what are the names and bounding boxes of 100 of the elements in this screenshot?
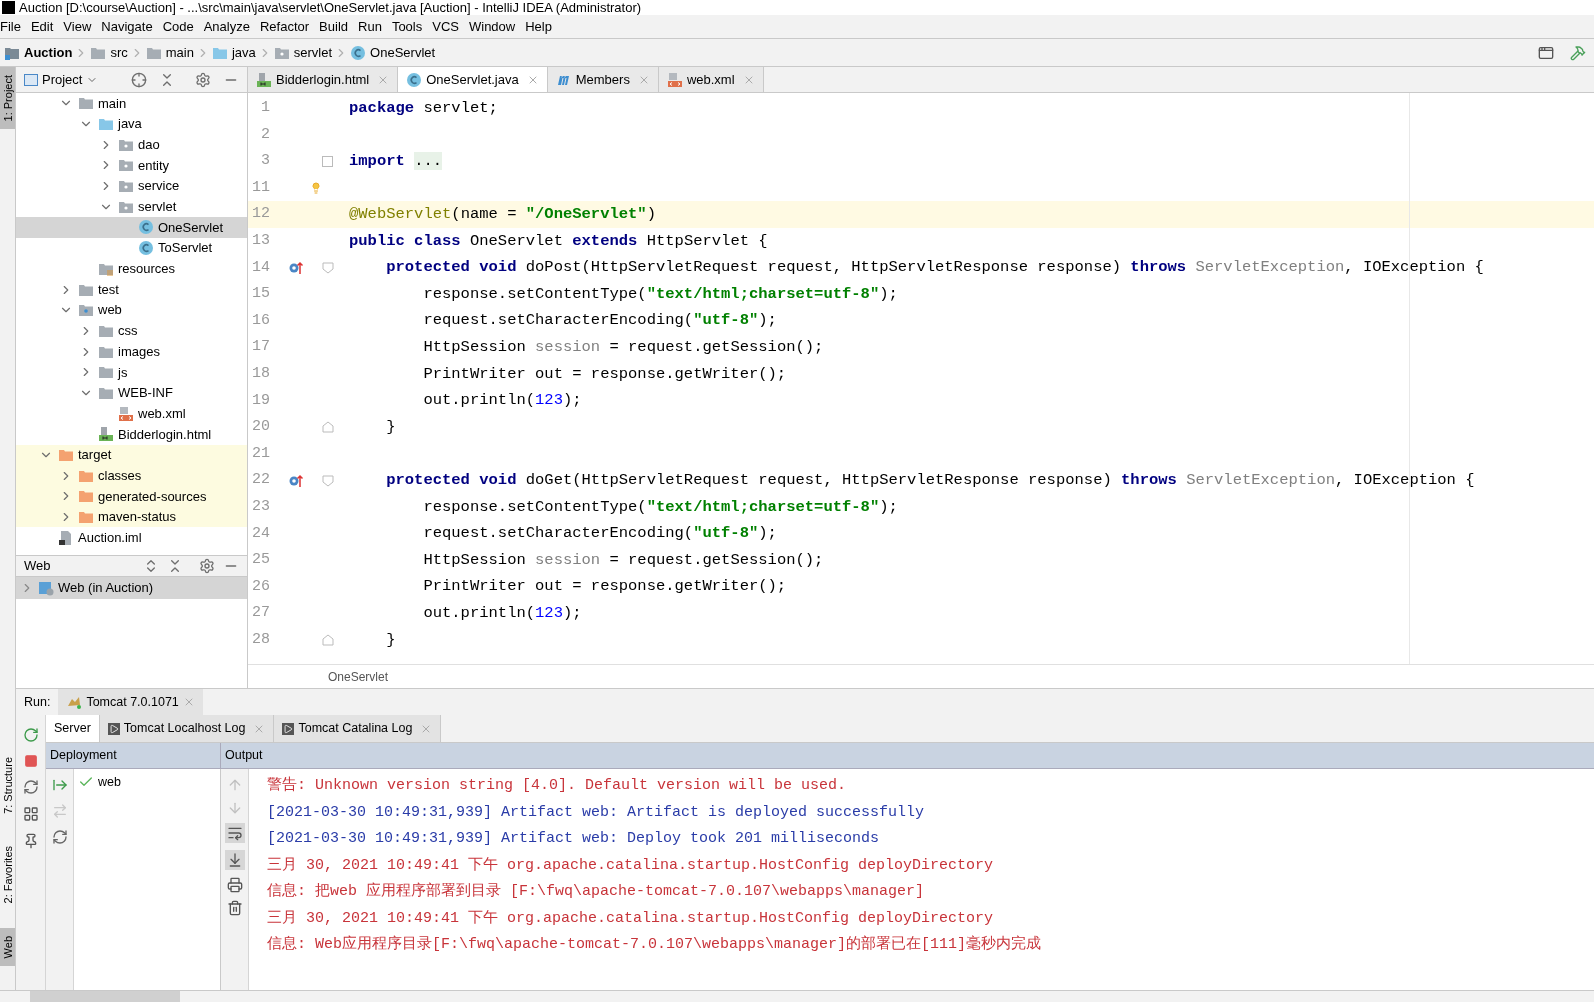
- line-number: 23: [251, 496, 270, 517]
- settings-icon[interactable]: [199, 558, 215, 574]
- tree-item[interactable]: css: [16, 320, 247, 342]
- fold-marker-icon[interactable]: [322, 261, 334, 274]
- tree-item[interactable]: Auction.iml: [16, 527, 247, 549]
- editor-tab[interactable]: Bidderlogin.html: [248, 67, 399, 92]
- run-tab[interactable]: Tomcat Catalina Log: [274, 715, 442, 742]
- menu-item[interactable]: File: [0, 16, 26, 37]
- layout-icon[interactable]: [22, 806, 39, 822]
- menu-item[interactable]: Build: [314, 16, 353, 37]
- run-tab[interactable]: Tomcat Localhost Log: [99, 715, 275, 742]
- fold-marker-icon[interactable]: [322, 474, 334, 487]
- menu-item[interactable]: Edit: [25, 16, 59, 37]
- menu-item[interactable]: Run: [353, 16, 387, 37]
- tool-window-tab[interactable]: 7: Structure: [0, 749, 15, 823]
- xml-file-icon: [118, 405, 134, 422]
- code-line: package servlet;: [348, 97, 498, 119]
- rerun-icon[interactable]: [22, 727, 39, 743]
- tree-item[interactable]: ToServlet: [16, 237, 247, 259]
- html-file-icon: [256, 71, 272, 88]
- code-line: out.println(123);: [422, 390, 582, 412]
- menu-item[interactable]: Window: [463, 16, 521, 37]
- tree-item[interactable]: generated-sources: [16, 486, 247, 507]
- print-icon[interactable]: [226, 877, 243, 893]
- line-number: 1: [260, 98, 270, 119]
- tree-item[interactable]: dao: [16, 134, 247, 156]
- tree-item[interactable]: WEB-INF: [16, 382, 247, 404]
- fold-marker-icon[interactable]: [322, 421, 334, 434]
- run-window-icon[interactable]: [1538, 44, 1554, 61]
- folder-icon: [78, 509, 94, 526]
- menu-item[interactable]: Navigate: [96, 16, 158, 37]
- package-icon: [118, 178, 134, 195]
- tree-item[interactable]: java: [16, 113, 247, 135]
- code-line: PrintWriter out = response.getWriter();: [422, 576, 787, 598]
- line-number: 24: [251, 523, 270, 544]
- tree-item[interactable]: main: [16, 93, 247, 114]
- tool-window-tab[interactable]: Web: [0, 927, 15, 966]
- line-number: 2: [260, 124, 270, 145]
- menu-item[interactable]: Refactor: [254, 16, 315, 37]
- update-icon[interactable]: [22, 779, 39, 795]
- tree-item[interactable]: js: [16, 361, 247, 383]
- tree-item[interactable]: target: [16, 444, 247, 466]
- override-marker-icon[interactable]: [288, 259, 304, 276]
- stop-icon[interactable]: [23, 754, 38, 768]
- tree-item[interactable]: web: [16, 299, 247, 321]
- breadcrumb-item[interactable]: java: [211, 42, 256, 63]
- menu-item[interactable]: VCS: [427, 16, 464, 37]
- locate-icon[interactable]: [131, 71, 147, 88]
- tree-item[interactable]: web.xml: [16, 403, 247, 424]
- source-folder-icon: [98, 116, 114, 133]
- refresh-icon[interactable]: [51, 829, 68, 845]
- menu-item[interactable]: Help: [520, 16, 557, 37]
- trash-icon[interactable]: [226, 900, 243, 916]
- deploy-icon[interactable]: [51, 777, 68, 793]
- breadcrumb-item[interactable]: servlet: [273, 42, 333, 63]
- tree-item[interactable]: test: [16, 279, 247, 300]
- tree-item[interactable]: images: [16, 341, 247, 362]
- soft-wrap-icon[interactable]: [224, 823, 245, 843]
- settings-icon[interactable]: [195, 71, 211, 88]
- tool-window-tab[interactable]: 1: Project: [0, 67, 15, 130]
- tree-item[interactable]: entity: [16, 155, 247, 176]
- breadcrumb-item[interactable]: main: [145, 42, 194, 63]
- html-file-icon: [98, 426, 114, 443]
- breadcrumb-item[interactable]: src: [90, 42, 128, 63]
- editor-breadcrumb[interactable]: OneServlet: [328, 667, 389, 686]
- code-line: import ...: [348, 150, 443, 172]
- line-number: 22: [251, 470, 270, 491]
- tree-item[interactable]: maven-status: [16, 506, 247, 528]
- panel-title[interactable]: Web: [24, 556, 51, 576]
- tree-item[interactable]: resources: [16, 258, 247, 280]
- code-line: }: [385, 629, 396, 651]
- web-facet-icon: [38, 580, 54, 596]
- class-icon: [138, 219, 154, 236]
- menu-item[interactable]: View: [58, 16, 97, 37]
- tree-item[interactable]: classes: [16, 465, 247, 487]
- scroll-to-end-icon[interactable]: [224, 850, 245, 870]
- tree-item[interactable]: OneServlet: [16, 217, 247, 238]
- menu-item[interactable]: Tools: [386, 16, 428, 37]
- tool-window-tab[interactable]: 2: Favorites: [0, 838, 15, 912]
- console-line: 三月 30, 2021 10:49:41 下午 org.apache.catalina.startup.HostConfig deployDirectory: [267, 908, 995, 929]
- code-line: HttpSession session = request.getSession();: [422, 549, 824, 571]
- editor-tab[interactable]: web.xml: [658, 67, 764, 92]
- deployment-item[interactable]: web: [98, 773, 121, 792]
- run-tab[interactable]: Server: [46, 715, 100, 742]
- menu-item[interactable]: Analyze: [198, 16, 255, 37]
- fold-marker-icon[interactable]: [322, 634, 334, 647]
- tree-item[interactable]: Web (in Auction): [16, 577, 247, 599]
- override-marker-icon[interactable]: [288, 472, 304, 489]
- run-config-tab[interactable]: Tomcat 7.0.1071: [58, 689, 203, 715]
- tree-item[interactable]: Bidderlogin.html: [16, 424, 247, 445]
- menu-item[interactable]: Code: [157, 16, 199, 37]
- window-title: Auction [D:\course\Auction] - ...\src\main\java\servlet\OneServlet.java [Auction] - IntelliJ IDEA (Administrator): [19, 1, 642, 14]
- panel-title[interactable]: Project: [42, 69, 83, 90]
- editor-tab[interactable]: Members: [547, 67, 659, 92]
- breadcrumb-item[interactable]: OneServlet: [350, 42, 436, 63]
- build-icon[interactable]: [1570, 44, 1586, 61]
- editor-tab[interactable]: OneServlet.java: [398, 67, 548, 92]
- tree-item[interactable]: servlet: [16, 196, 247, 218]
- breadcrumb-item[interactable]: Auction: [4, 42, 73, 63]
- tree-item[interactable]: service: [16, 175, 247, 197]
